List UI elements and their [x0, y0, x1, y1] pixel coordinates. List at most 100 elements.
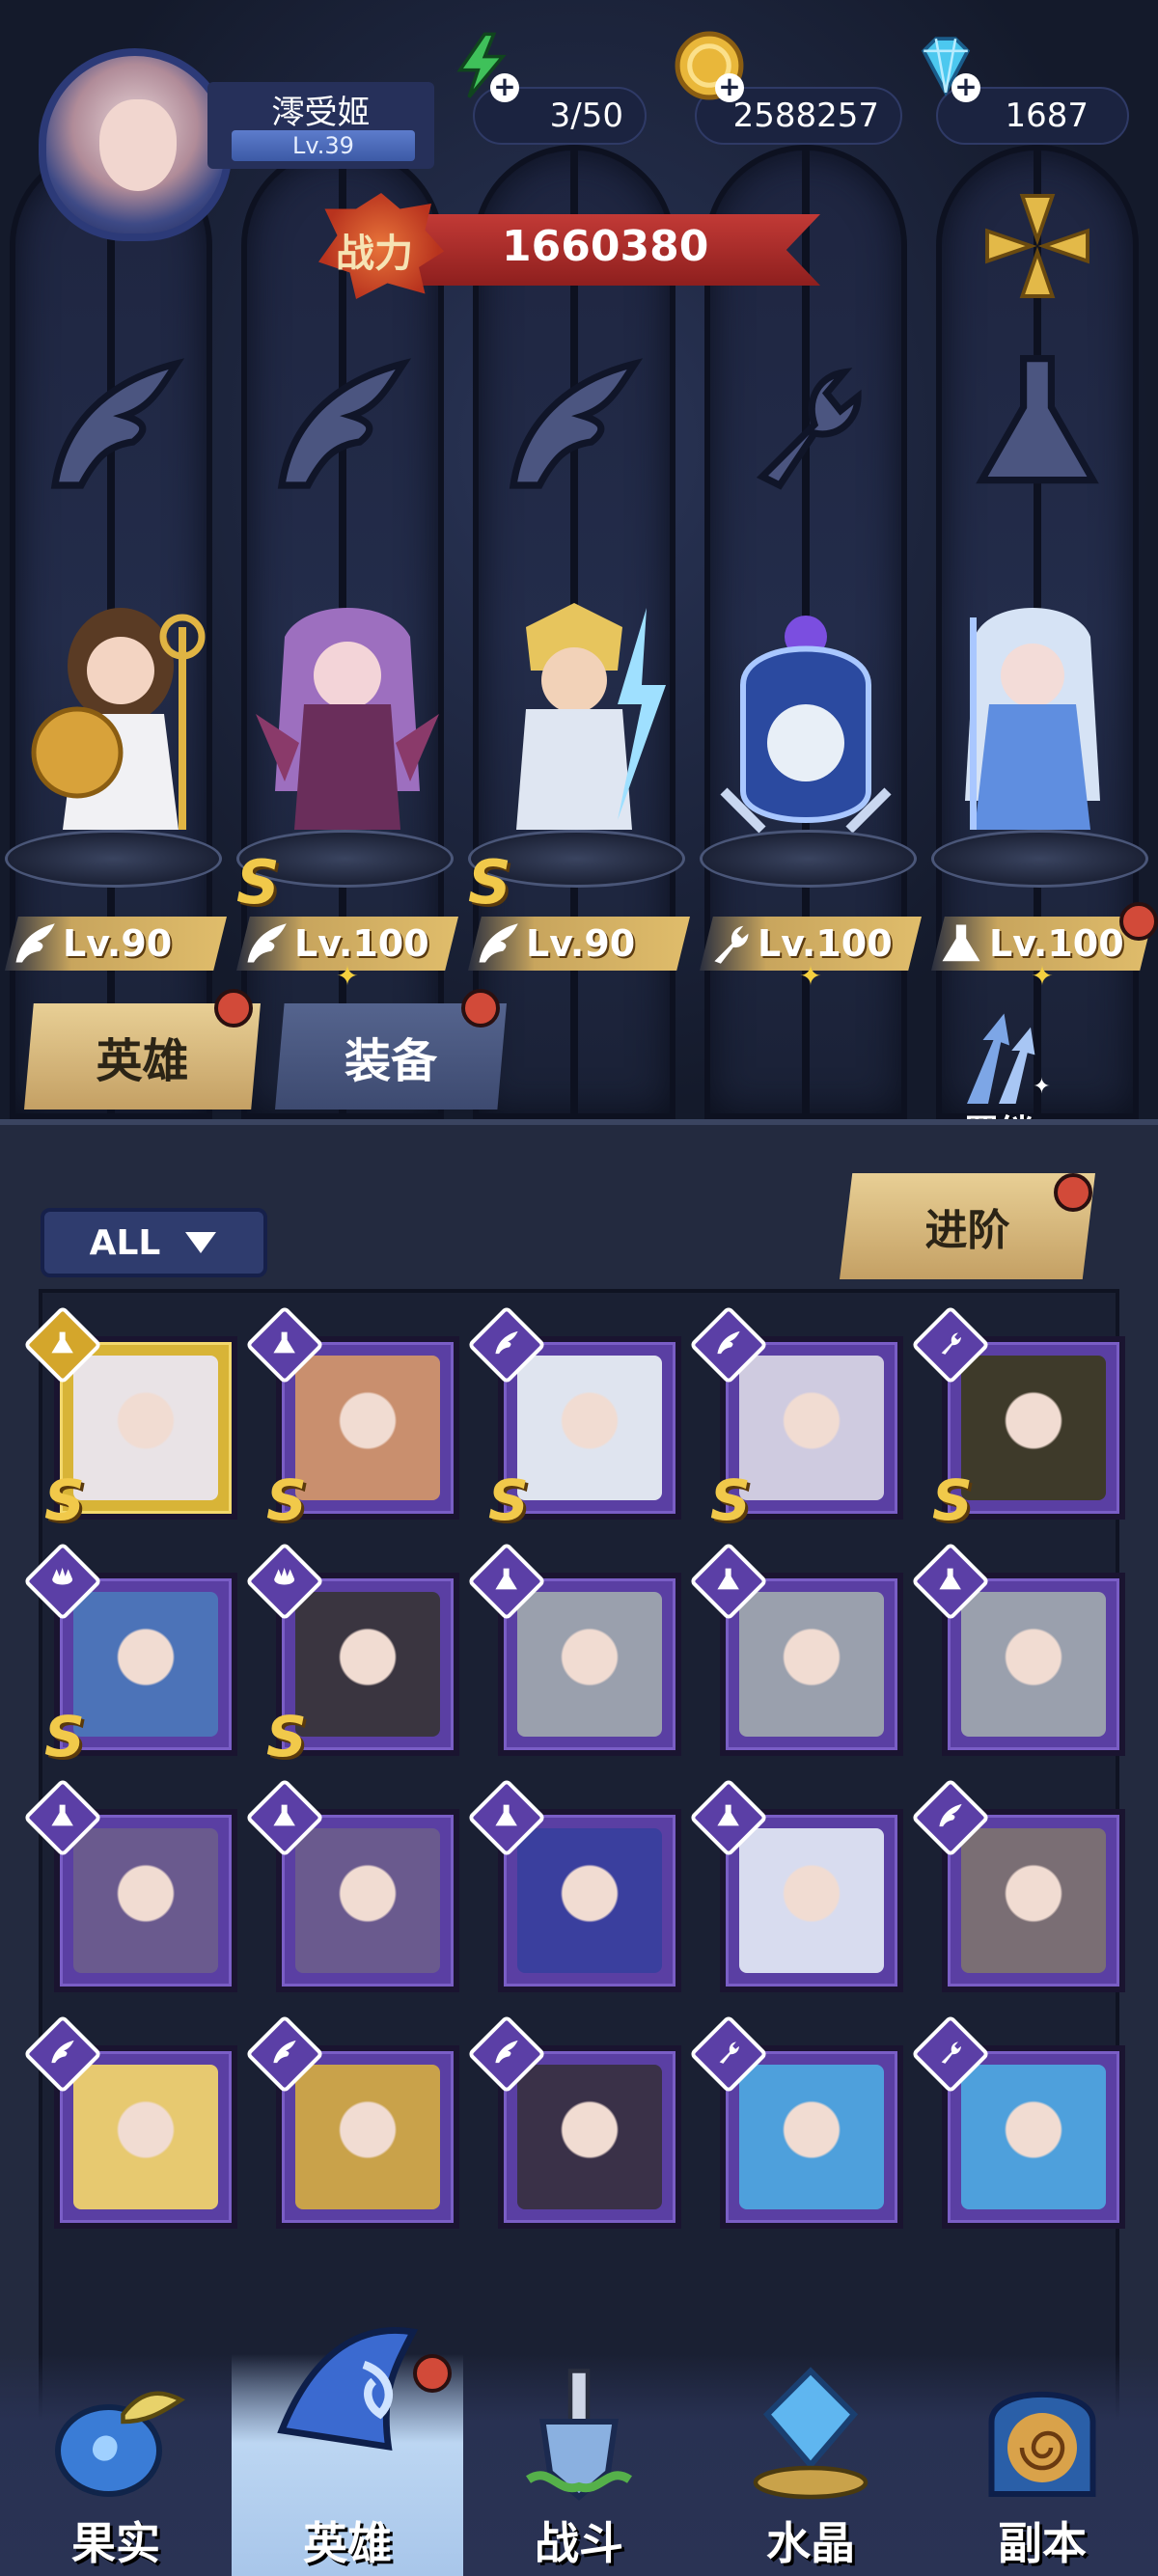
filter-dropdown[interactable]: ALL	[41, 1208, 267, 1277]
nav-heroes[interactable]: 英雄	[232, 2327, 463, 2576]
fruit-icon	[55, 2391, 185, 2497]
flask-icon	[717, 1568, 740, 1589]
star-icon: ✦	[336, 960, 359, 992]
flask-icon	[51, 1804, 74, 1825]
grade-s-badge: S	[44, 1467, 85, 1533]
combat-power-banner: 战力 1660380	[318, 193, 840, 299]
hero-card[interactable]	[910, 2014, 1125, 2229]
hero-figure-ice-queen[interactable]	[931, 598, 1134, 849]
hero-hat-icon	[277, 2327, 419, 2452]
grade-s-badge: S	[488, 1467, 529, 1533]
hero-card[interactable]	[688, 1777, 903, 1992]
hero-figure-succubus[interactable]	[246, 598, 449, 849]
nav-fruit-label: 果实	[71, 2517, 160, 2569]
flask-slot-icon[interactable]	[951, 338, 1124, 511]
wing-icon	[273, 2040, 296, 2063]
hero-card[interactable]	[910, 1541, 1125, 1756]
hero-card[interactable]	[466, 1541, 681, 1756]
hero-card[interactable]: S	[22, 1541, 237, 1769]
energy-value: 3/50	[549, 96, 623, 135]
flask-icon	[495, 1804, 518, 1825]
hero-portrait	[961, 1592, 1106, 1737]
energy-add-button[interactable]: +	[444, 27, 521, 104]
notification-dot	[214, 989, 253, 1028]
nav-crystal-label: 水晶	[766, 2517, 855, 2569]
hero-portrait	[961, 2065, 1106, 2209]
nav-battle-label: 战斗	[535, 2517, 623, 2569]
player-name: 澪受姬	[271, 94, 371, 132]
hero-card[interactable]: S	[22, 1304, 237, 1533]
hero-card[interactable]	[22, 1777, 237, 1992]
wrench-icon	[714, 925, 749, 964]
nav-fruit[interactable]: 果实	[0, 2354, 232, 2576]
nav-dungeon-label: 副本	[998, 2517, 1087, 2569]
portal-icon	[988, 2391, 1096, 2497]
hero-portrait	[739, 1356, 884, 1500]
wrench-icon	[720, 2042, 740, 2064]
hero-card[interactable]	[688, 1541, 903, 1756]
wing-icon	[939, 1803, 962, 1826]
flask-icon	[939, 1568, 962, 1589]
hero-card[interactable]	[244, 2014, 459, 2229]
hero-portrait	[295, 2065, 440, 2209]
filter-label: ALL	[89, 1222, 161, 1263]
hero-portrait	[739, 1592, 884, 1737]
flask-icon	[273, 1804, 296, 1825]
grade-s-badge: S	[932, 1467, 973, 1533]
hero-pedestal	[931, 830, 1148, 888]
nav-dungeon[interactable]: 副本	[926, 2354, 1158, 2576]
hero-card[interactable]: S	[688, 1304, 903, 1533]
plus-icon: +	[490, 73, 519, 102]
notification-dot	[1119, 902, 1158, 941]
hero-card[interactable]: S	[244, 1541, 459, 1769]
gold-value: 2588257	[732, 96, 879, 135]
hero-card[interactable]: S	[466, 1304, 681, 1533]
flask-icon	[273, 1331, 296, 1353]
flask-icon	[717, 1804, 740, 1825]
wing-slot-icon[interactable]	[29, 338, 203, 511]
wing-icon	[495, 1330, 518, 1354]
avatar-face	[99, 99, 177, 191]
hero-card[interactable]	[22, 2014, 237, 2229]
flask-icon	[495, 1568, 518, 1589]
hero-figure-athena[interactable]	[19, 598, 222, 849]
wing-slot-icon[interactable]	[487, 338, 661, 511]
hero-portrait	[961, 1828, 1106, 1973]
hero-portrait	[295, 1592, 440, 1737]
grade-s-badge: S	[266, 1704, 307, 1769]
flask-icon	[942, 924, 980, 962]
hero-card[interactable]	[466, 2014, 681, 2229]
player-avatar[interactable]	[39, 48, 232, 241]
hero-card[interactable]	[910, 1777, 1125, 1992]
gem-add-button[interactable]: +	[907, 27, 984, 104]
grade-s-badge: S	[236, 847, 280, 918]
plus-icon: +	[715, 73, 744, 102]
hero-figure-zeus[interactable]	[473, 598, 676, 849]
hero-card[interactable]	[688, 2014, 903, 2229]
nav-crystal[interactable]: 水晶	[695, 2354, 926, 2576]
hero-card[interactable]	[244, 1777, 459, 1992]
gold-add-button[interactable]: +	[671, 27, 748, 104]
star-icon: ✦	[1031, 960, 1054, 992]
beast-icon	[274, 1567, 295, 1585]
wing-slot-icon[interactable]	[256, 338, 429, 511]
nav-battle[interactable]: 战斗	[463, 2354, 695, 2576]
hero-figure-orb-machine[interactable]	[704, 598, 907, 849]
hero-portrait	[517, 2065, 662, 2209]
wing-icon	[479, 923, 518, 963]
hero-card[interactable]: S	[910, 1304, 1125, 1533]
hero-card[interactable]: S	[244, 1304, 459, 1533]
player-name-plate: 澪受姬 Lv.39	[207, 82, 434, 169]
bottom-nav: 果实 英雄 战斗 水晶 副本	[0, 2327, 1158, 2576]
hero-portrait	[517, 1828, 662, 1973]
bond-button[interactable]: ✦ 羁绊	[926, 1008, 1071, 1119]
hero-portrait	[517, 1592, 662, 1737]
power-value: 1660380	[502, 222, 709, 271]
wrench-slot-icon[interactable]	[719, 338, 893, 511]
hero-card[interactable]	[466, 1777, 681, 1992]
hero-portrait	[73, 1828, 218, 1973]
hero-pedestal	[5, 830, 222, 888]
hero-portrait	[739, 2065, 884, 2209]
sword-shield-icon	[526, 2369, 632, 2501]
clover-menu-icon[interactable]	[975, 183, 1100, 309]
